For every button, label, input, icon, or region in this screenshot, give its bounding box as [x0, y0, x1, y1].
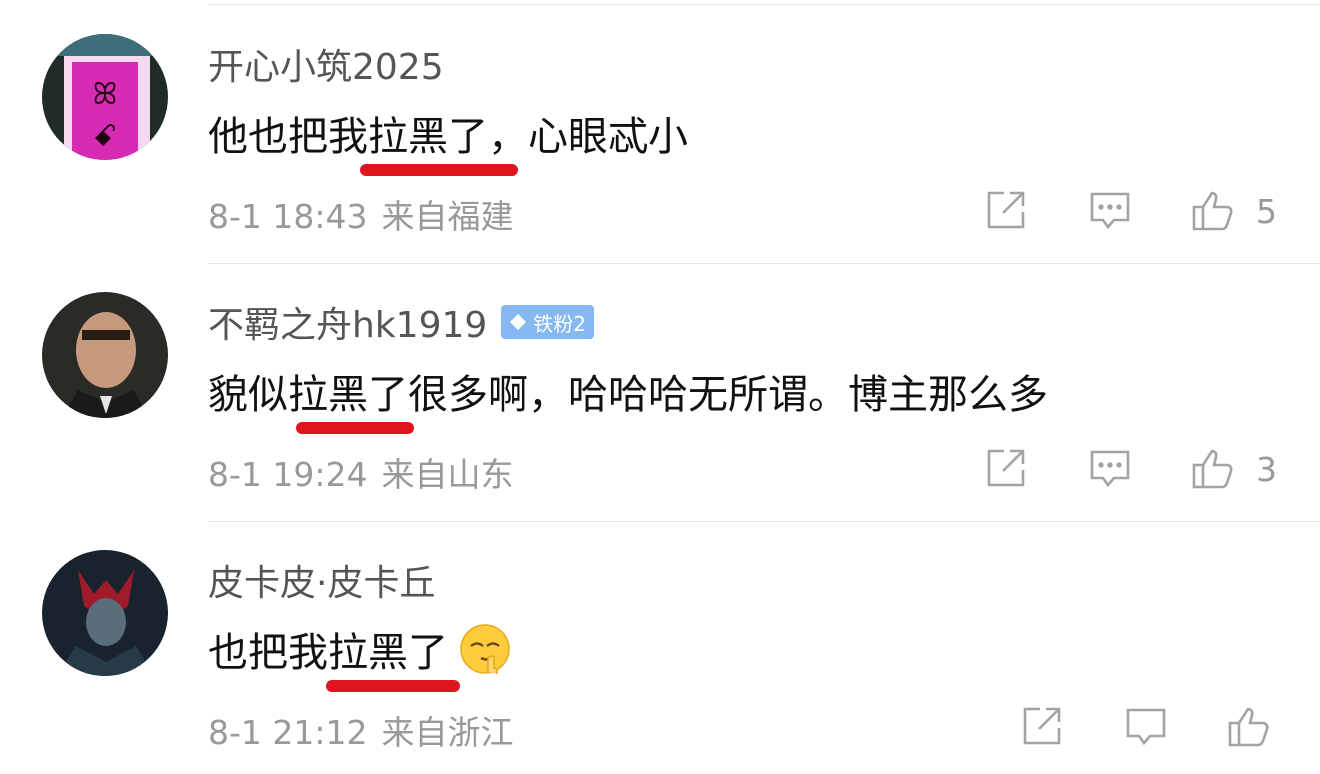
badge-label: 铁粉2	[533, 311, 587, 336]
red-underline	[296, 422, 414, 434]
comment-location: 来自浙江	[381, 713, 514, 752]
comment-item: 不羁之舟hk1919 铁粉2 貌似拉黑了很多啊，哈哈哈无所谓。博主那么多 8-1…	[0, 258, 1320, 516]
diamond-icon	[510, 314, 527, 330]
like-count: 3	[1256, 450, 1277, 489]
like-icon[interactable]	[1190, 188, 1234, 232]
avatar[interactable]	[42, 292, 168, 418]
comment-text: 貌似拉黑了很多啊，哈哈哈无所谓。博主那么多	[208, 372, 1048, 418]
username[interactable]: 开心小筑2025	[208, 38, 444, 90]
comment-meta: 8-1 19:24 来自山东	[208, 448, 514, 496]
svg-text:ꗃ: ꗃ	[93, 119, 117, 154]
comment-time: 8-1 19:24	[208, 455, 368, 494]
comment-text: 他也把我拉黑了，心眼忒小	[208, 114, 688, 160]
comment-icon[interactable]	[1088, 188, 1132, 232]
avatar[interactable]	[42, 550, 168, 676]
comment-item: 皮卡皮·皮卡丘 也把我拉黑了 8-1 21:12 来自浙江	[0, 516, 1320, 774]
comment-icon[interactable]	[1124, 704, 1168, 748]
avatar[interactable]: ꕤ ꗃ	[42, 34, 168, 160]
comment-time: 8-1 21:12	[208, 713, 368, 752]
username[interactable]: 皮卡皮·皮卡丘	[208, 554, 435, 606]
shush-emoji	[460, 624, 510, 674]
fan-badge[interactable]: 铁粉2	[501, 305, 595, 339]
like-icon[interactable]	[1190, 446, 1234, 490]
red-underline	[360, 164, 518, 176]
username: 不羁之舟hk1919 铁粉2	[208, 296, 595, 348]
comment-text-content: 也把我拉黑了	[208, 630, 448, 676]
comment-item: ꕤ ꗃ 开心小筑2025 他也把我拉黑了，心眼忒小 8-1 18:43 来自福建 …	[0, 0, 1320, 258]
comment-meta: 8-1 21:12 来自浙江	[208, 706, 514, 754]
comment-text: 也把我拉黑了	[208, 620, 512, 678]
comment-location: 来自福建	[381, 197, 514, 236]
like-count: 5	[1256, 192, 1277, 231]
like-icon[interactable]	[1226, 704, 1270, 748]
repost-icon[interactable]	[984, 188, 1028, 232]
comment-icon[interactable]	[1088, 446, 1132, 490]
red-underline	[326, 680, 460, 692]
repost-icon[interactable]	[1020, 704, 1064, 748]
comment-meta: 8-1 18:43 来自福建	[208, 190, 514, 238]
comment-time: 8-1 18:43	[208, 197, 368, 236]
username-text[interactable]: 不羁之舟hk1919	[208, 296, 487, 348]
repost-icon[interactable]	[984, 446, 1028, 490]
comment-location: 来自山东	[381, 455, 514, 494]
svg-text:ꕤ: ꕤ	[93, 77, 118, 112]
